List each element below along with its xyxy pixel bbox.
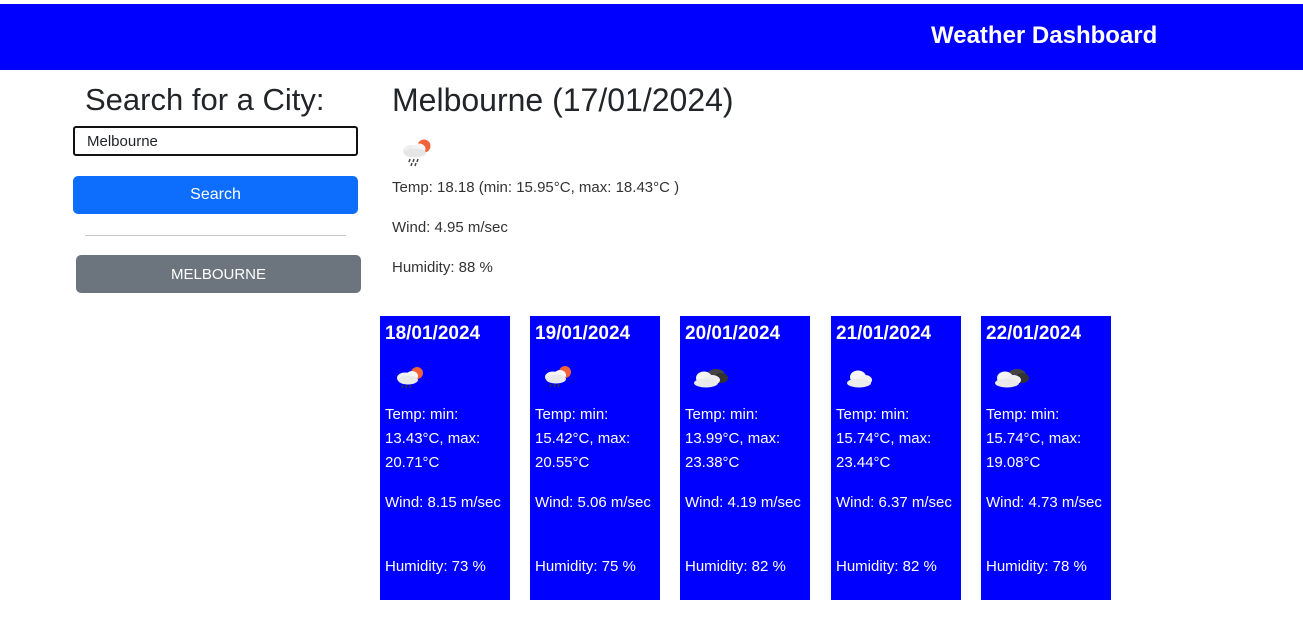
forecast-card: 22/01/2024 Temp: min: 15.74°C, max: 19.0… xyxy=(981,316,1111,600)
search-heading: Search for a City: xyxy=(85,82,325,117)
forecast-humidity: Humidity: 78 % xyxy=(986,558,1087,575)
forecast-date: 22/01/2024 xyxy=(986,323,1082,344)
forecast-temperature: Temp: min: 13.43°C, max: 20.71°C xyxy=(385,406,481,471)
forecast-date: 19/01/2024 xyxy=(535,323,631,344)
current-wind: Wind: 4.95 m/sec xyxy=(392,219,508,236)
forecast-wind: Wind: 8.15 m/sec xyxy=(385,494,501,511)
current-humidity: Humidity: 88 % xyxy=(392,259,493,276)
broken-clouds-icon xyxy=(694,369,728,388)
forecast-temperature: Temp: min: 15.74°C, max: 19.08°C xyxy=(986,406,1082,471)
forecast-card: 19/01/2024 Temp: min: 15.42°C, max: 20.5… xyxy=(530,316,660,600)
forecast-date: 21/01/2024 xyxy=(836,323,932,344)
forecast-wind: Wind: 6.37 m/sec xyxy=(836,494,952,511)
forecast-card: 18/01/2024 Temp: min: 13.43°C, max: 20.7… xyxy=(380,316,510,600)
broken-clouds-icon xyxy=(995,369,1029,388)
cloud-icon xyxy=(847,370,872,388)
forecast-humidity: Humidity: 82 % xyxy=(685,558,786,575)
current-city-title: Melbourne (17/01/2024) xyxy=(392,82,734,118)
sidebar-divider xyxy=(85,235,346,236)
forecast-temperature: Temp: min: 15.42°C, max: 20.55°C xyxy=(535,406,631,471)
app-title: Weather Dashboard xyxy=(931,22,1158,49)
current-temperature: Temp: 18.18 (min: 15.95°C, max: 18.43°C … xyxy=(392,179,680,196)
forecast-date: 20/01/2024 xyxy=(685,323,781,344)
forecast-wind: Wind: 4.19 m/sec xyxy=(685,494,801,511)
forecast-temperature: Temp: min: 15.74°C, max: 23.44°C xyxy=(836,406,932,471)
rain-cloud-sun-icon xyxy=(397,367,423,389)
rain-cloud-sun-icon xyxy=(545,366,571,388)
forecast-humidity: Humidity: 82 % xyxy=(836,558,937,575)
history-city-button[interactable]: MELBOURNE xyxy=(76,255,361,293)
navbar: Weather Dashboard xyxy=(0,4,1303,70)
forecast-wind: Wind: 5.06 m/sec xyxy=(535,494,651,511)
forecast-wind: Wind: 4.73 m/sec xyxy=(986,494,1102,511)
rain-cloud-sun-icon xyxy=(403,139,431,167)
forecast-date: 18/01/2024 xyxy=(385,323,481,344)
forecast-humidity: Humidity: 75 % xyxy=(535,558,636,575)
search-button[interactable]: Search xyxy=(73,176,358,214)
forecast-card: 21/01/2024 Temp: min: 15.74°C, max: 23.4… xyxy=(831,316,961,600)
forecast-temperature: Temp: min: 13.99°C, max: 23.38°C xyxy=(685,406,781,471)
forecast-humidity: Humidity: 73 % xyxy=(385,558,486,575)
forecast-card: 20/01/2024 Temp: min: 13.99°C, max: 23.3… xyxy=(680,316,810,600)
city-search-input[interactable] xyxy=(73,126,358,156)
